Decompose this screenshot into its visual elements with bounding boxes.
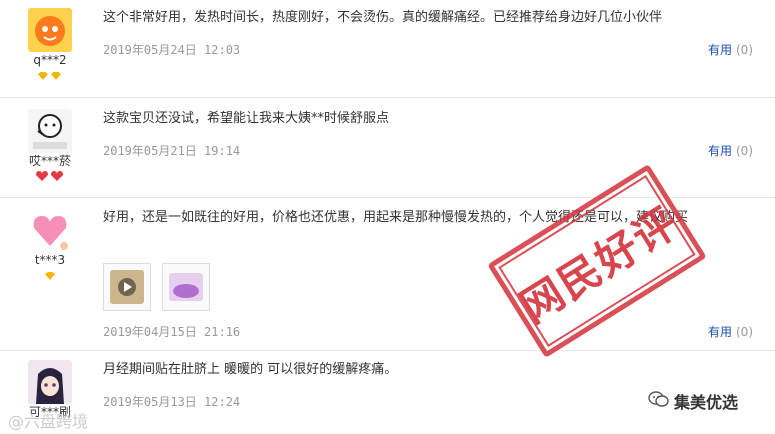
username: t***3 — [34, 253, 66, 267]
avatar[interactable] — [28, 208, 72, 252]
video-thumbnail[interactable] — [103, 263, 151, 311]
useful-button[interactable]: 有用 — [708, 325, 732, 339]
avatar[interactable] — [28, 8, 72, 52]
level-badge — [0, 270, 100, 280]
reviewer: q***2 — [0, 8, 100, 80]
review-text: 月经期间贴在肚脐上 暖暖的 可以很好的缓解疼痛。 — [103, 362, 398, 377]
useful-button[interactable]: 有用 — [708, 43, 732, 57]
useful-count: (0) — [736, 325, 753, 339]
review-date: 2019年05月21日 19:14 — [103, 144, 241, 158]
useful-vote[interactable]: 有用 (0) — [708, 142, 753, 159]
avatar[interactable] — [28, 109, 72, 153]
watermark-right: 集美优选 — [648, 389, 738, 413]
useful-button[interactable]: 有用 — [708, 144, 732, 158]
review-text: 这款宝贝还没试，希望能让我来大姨**时候舒服点 — [103, 111, 390, 126]
reviewer: t***3 — [0, 208, 100, 280]
image-thumbnail[interactable] — [162, 263, 211, 311]
wechat-icon — [648, 390, 670, 412]
review-text: 这个非常好用，发热时间长，热度刚好，不会烫伤。真的缓解痛经。已经推荐给身边好几位… — [103, 10, 663, 25]
useful-count: (0) — [736, 144, 753, 158]
watermark-right-label: 集美优选 — [674, 393, 739, 412]
username: 哎***菸 — [28, 154, 71, 168]
useful-vote[interactable]: 有用 (0) — [708, 323, 753, 340]
useful-count: (0) — [736, 43, 753, 57]
review-date: 2019年05月13日 12:24 — [103, 395, 241, 409]
review-date: 2019年05月24日 12:03 — [103, 43, 241, 57]
review-item: q***2 这个非常好用，发热时间长，热度刚好，不会烫伤。真的缓解痛经。已经推荐… — [0, 0, 775, 98]
watermark-left: @六盘跨境 — [8, 412, 89, 431]
avatar[interactable] — [28, 360, 72, 404]
level-badge — [0, 70, 100, 80]
level-badge — [0, 171, 100, 181]
review-date: 2019年04月15日 21:16 — [103, 325, 241, 339]
username: q***2 — [33, 53, 67, 67]
reviewer: 哎***菸 — [0, 109, 100, 181]
review-images — [103, 263, 216, 311]
useful-vote[interactable]: 有用 (0) — [708, 41, 753, 58]
